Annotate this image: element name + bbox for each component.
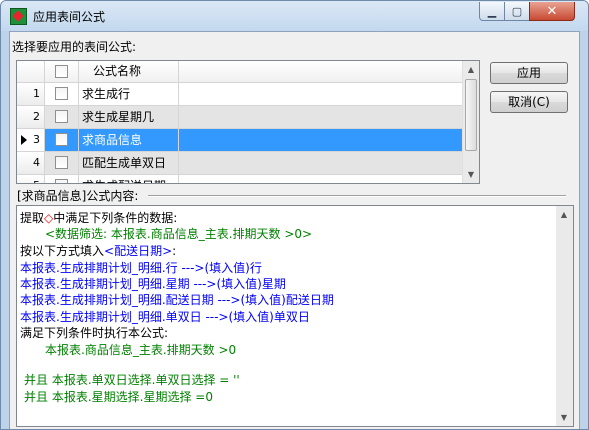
table-row[interactable]: 1 求生成行 (17, 83, 463, 106)
formula-line: <数据筛选: 本报表.商品信息_主表.排期天数 >0> (45, 227, 313, 241)
row-formula-name[interactable]: 求生成配送日期 (79, 175, 179, 183)
row-filler (179, 83, 463, 106)
formula-text: : (172, 244, 177, 258)
table-row[interactable]: 2 求生成星期几 (17, 106, 463, 129)
formula-text: 中满足下列条件的数据: (53, 211, 178, 225)
close-button[interactable]: ✕ (529, 2, 575, 21)
row-checkbox[interactable] (55, 179, 68, 183)
row-formula-name[interactable]: 求生成行 (79, 83, 179, 106)
scroll-down-icon[interactable]: ▼ (556, 409, 572, 426)
row-check-cell (45, 175, 79, 183)
grid-scrollbar[interactable]: ▲ ▼ (462, 61, 479, 183)
formula-scrollbar[interactable]: ▲ ▼ (556, 206, 573, 426)
minimize-button[interactable]: ▁ (479, 2, 505, 21)
row-index: 1 (17, 83, 45, 106)
apply-button[interactable]: 应用 (490, 62, 568, 84)
row-filler (179, 106, 463, 129)
row-index: 2 (17, 106, 45, 129)
scroll-up-icon[interactable]: ▲ (463, 61, 479, 78)
header-filler (179, 61, 463, 83)
formula-line: 并且 本报表.单双日选择.单双日选择 = '' (24, 373, 240, 387)
row-checkbox[interactable] (55, 156, 68, 169)
formula-line: 本报表.生成排期计划_明细.行 --->(填入值)行 (20, 261, 262, 275)
formula-line: 本报表.生成排期计划_明细.单双日 --->(填入值)单双日 (20, 310, 310, 324)
header-check-cell (45, 61, 79, 83)
cancel-button[interactable]: 取消(C) (490, 91, 568, 113)
row-checkbox[interactable] (55, 87, 68, 100)
row-filler (179, 129, 463, 152)
row-filler (179, 152, 463, 175)
row-formula-name[interactable]: 匹配生成单双日 (79, 152, 179, 175)
row-check-cell (45, 83, 79, 106)
row-formula-name[interactable]: 求生成星期几 (79, 106, 179, 129)
formula-line: 本报表.生成排期计划_明细.配送日期 --->(填入值)配送日期 (20, 293, 334, 307)
app-logo-icon (10, 8, 27, 25)
row-check-cell (45, 106, 79, 129)
current-row-pointer-icon (21, 135, 27, 145)
row-check-cell (45, 129, 79, 152)
formula-line: 满足下列条件时执行本公式: (20, 326, 169, 340)
row-checkbox[interactable] (55, 110, 68, 123)
formula-text: 按以下方式填入 (20, 244, 105, 258)
row-index: 4 (17, 152, 45, 175)
header-formula-name[interactable]: 公式名称 (79, 61, 179, 83)
select-all-checkbox[interactable] (55, 65, 68, 78)
formula-line: 提取◇中满足下列条件的数据: (20, 210, 177, 226)
table-row[interactable]: 5 求生成配送日期 (17, 175, 463, 183)
row-formula-name[interactable]: 求商品信息 (79, 129, 179, 152)
formula-target: <配送日期> (104, 244, 173, 258)
maximize-button[interactable]: ▢ (504, 2, 530, 21)
row-index: 3 (17, 129, 45, 152)
row-filler (179, 175, 463, 183)
scroll-down-icon[interactable]: ▼ (463, 166, 479, 183)
window-title: 应用表间公式 (33, 10, 106, 24)
formula-line: 并且 本报表.星期选择.星期选择 =0 (24, 390, 213, 404)
header-indicator-cell (17, 61, 45, 83)
grid-header: 公式名称 (17, 61, 463, 83)
formula-content-label: [求商品信息]公式内容: (17, 189, 139, 203)
formula-content-box[interactable]: 提取◇中满足下列条件的数据: <数据筛选: 本报表.商品信息_主表.排期天数 >… (16, 205, 574, 427)
formula-list-label: 选择要应用的表间公式: (12, 40, 137, 54)
formula-line: 本报表.生成排期计划_明细.星期 --->(填入值)星期 (20, 277, 286, 291)
title-bar[interactable]: 应用表间公式 ▁ ▢ ✕ (1, 1, 588, 31)
formula-line: 按以下方式填入<配送日期>: (20, 243, 176, 259)
formula-line: 本报表.商品信息_主表.排期天数 >0 (45, 343, 237, 357)
formula-source-marker: ◇ (44, 211, 54, 225)
row-index-value: 3 (33, 133, 40, 146)
scroll-thumb[interactable] (465, 79, 477, 151)
scroll-up-icon[interactable]: ▲ (556, 206, 572, 223)
row-index: 5 (17, 175, 45, 183)
table-row-selected[interactable]: 3 求商品信息 (17, 129, 463, 152)
formula-text: 提取 (20, 211, 45, 225)
row-check-cell (45, 152, 79, 175)
table-row[interactable]: 4 匹配生成单双日 (17, 152, 463, 175)
row-checkbox[interactable] (55, 133, 68, 146)
divider (148, 195, 566, 197)
formula-grid: 公式名称 1 求生成行 2 求生成星期几 3 求商品信息 4 匹配生成单双日 5… (16, 60, 480, 184)
